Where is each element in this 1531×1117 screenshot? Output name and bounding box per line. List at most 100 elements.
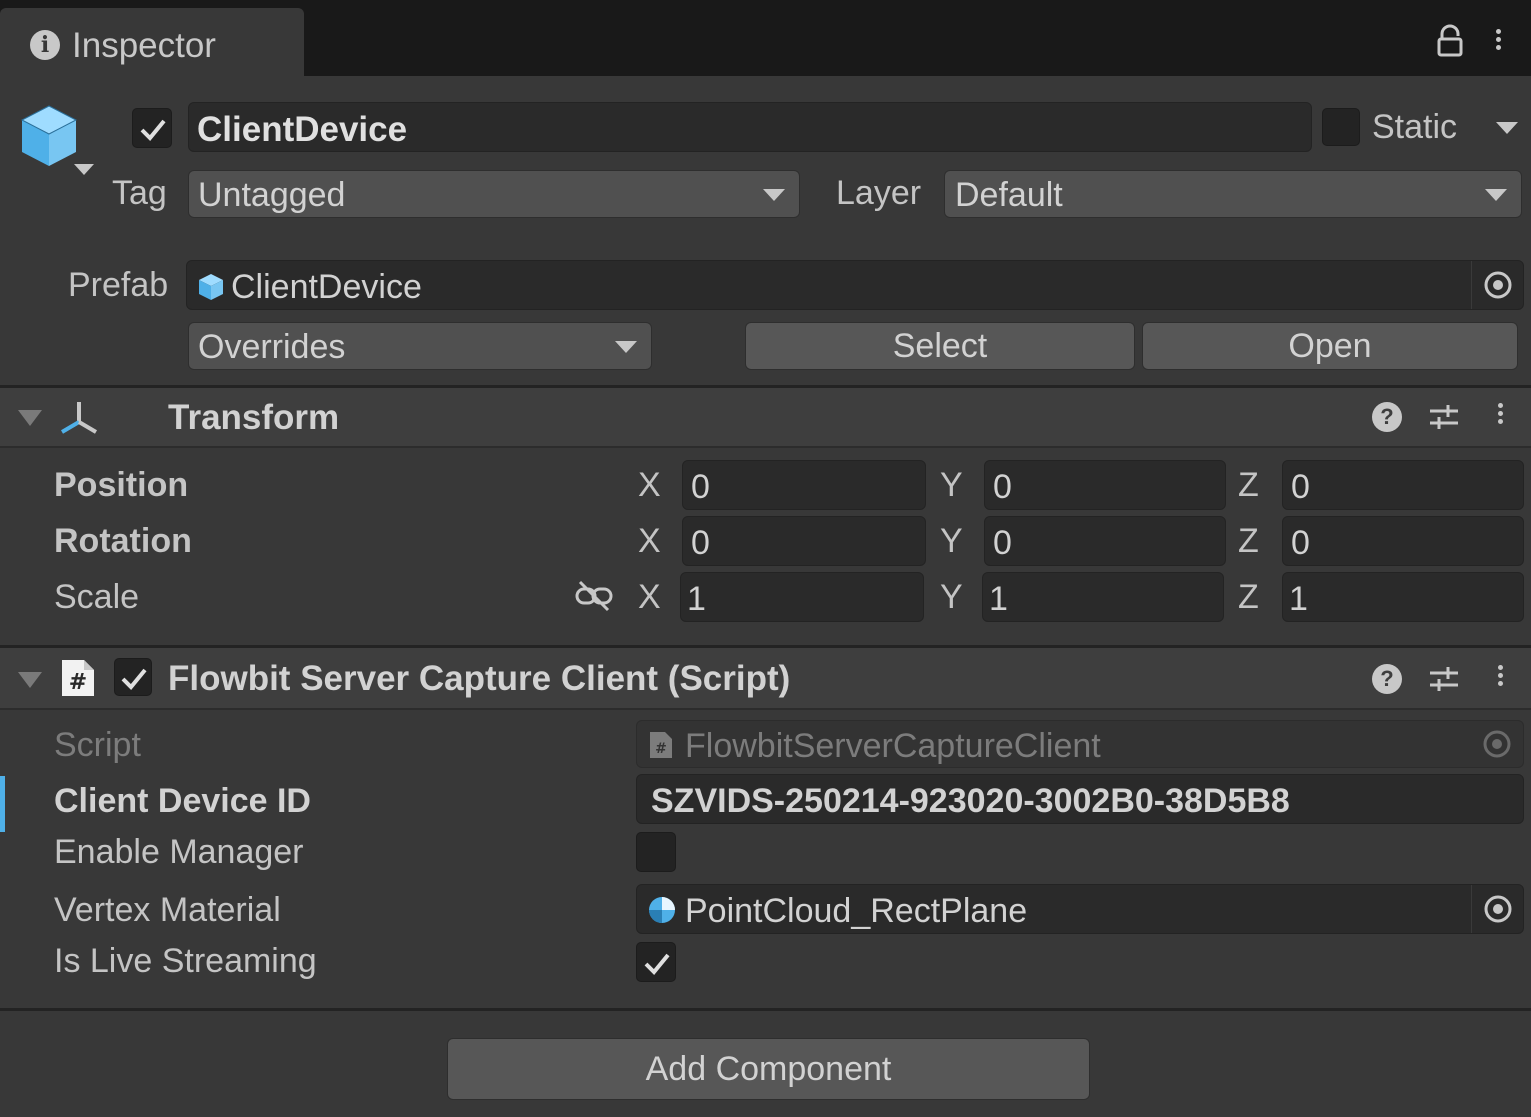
transform-axes-icon xyxy=(58,398,100,438)
layer-label: Layer xyxy=(836,174,922,212)
script-enabled-checkbox[interactable] xyxy=(114,658,152,696)
scale-label: Scale xyxy=(54,578,140,616)
object-picker-icon[interactable] xyxy=(1471,885,1523,933)
script-field: # FlowbitServerCaptureClient xyxy=(636,720,1524,768)
script-value: FlowbitServerCaptureClient xyxy=(685,727,1101,765)
select-button[interactable]: Select xyxy=(745,322,1135,370)
prefab-field[interactable]: ClientDevice xyxy=(186,260,1524,310)
info-icon: i xyxy=(30,30,60,60)
axis-y-label: Y xyxy=(940,466,963,504)
chevron-down-icon xyxy=(615,341,637,353)
device-id-field[interactable]: SZVIDS-250214-923020-3002B0-38D5B8 xyxy=(636,774,1524,824)
position-label: Position xyxy=(54,466,189,504)
script-label: Script xyxy=(54,726,141,764)
position-x-field[interactable]: 0 xyxy=(682,460,926,510)
enable-manager-checkbox[interactable] xyxy=(636,832,676,872)
overrides-label: Overrides xyxy=(198,328,346,366)
axis-x-label: X xyxy=(638,466,661,504)
device-id-label: Client Device ID xyxy=(54,782,311,820)
help-icon[interactable]: ? xyxy=(1372,402,1402,432)
layer-dropdown[interactable]: Default xyxy=(944,170,1522,218)
axis-z-label: Z xyxy=(1238,466,1259,504)
axis-z-label: Z xyxy=(1238,522,1259,560)
script-component-title: Flowbit Server Capture Client (Script) xyxy=(168,659,791,698)
unlinked-scale-icon[interactable] xyxy=(574,580,614,612)
position-z-field[interactable]: 0 xyxy=(1282,460,1524,510)
axis-y-label: Y xyxy=(940,522,963,560)
axis-y-label: Y xyxy=(940,578,963,616)
chevron-down-icon xyxy=(1485,189,1507,201)
tag-dropdown[interactable]: Untagged xyxy=(188,170,800,218)
chevron-down-icon[interactable] xyxy=(74,164,94,175)
foldout-arrow-icon[interactable] xyxy=(18,410,42,426)
svg-text:#: # xyxy=(69,670,87,695)
scale-y-field[interactable]: 1 xyxy=(982,572,1224,622)
transform-header[interactable]: Transform ? xyxy=(0,388,1531,446)
modified-indicator xyxy=(0,776,5,832)
tab-inspector[interactable]: i Inspector xyxy=(0,8,304,78)
position-y-field[interactable]: 0 xyxy=(984,460,1226,510)
prefab-value: ClientDevice xyxy=(231,268,422,306)
rotation-label: Rotation xyxy=(54,522,192,560)
enable-manager-label: Enable Manager xyxy=(54,833,304,871)
rotation-y-field[interactable]: 0 xyxy=(984,516,1226,566)
live-streaming-checkbox[interactable] xyxy=(636,942,676,982)
divider xyxy=(0,446,1531,448)
chevron-down-icon xyxy=(763,189,785,201)
tag-label: Tag xyxy=(112,174,167,212)
scale-z-field[interactable]: 1 xyxy=(1282,572,1524,622)
position-z-value: 0 xyxy=(1291,468,1310,506)
axis-x-label: X xyxy=(638,522,661,560)
tab-title: Inspector xyxy=(72,26,216,65)
static-dropdown-icon[interactable] xyxy=(1496,122,1518,134)
position-y-value: 0 xyxy=(993,468,1012,506)
kebab-menu-icon[interactable] xyxy=(1488,26,1508,60)
prefab-cube-icon xyxy=(197,273,225,301)
component-menu-icon[interactable] xyxy=(1490,662,1510,696)
presets-icon[interactable] xyxy=(1428,402,1460,432)
presets-icon[interactable] xyxy=(1428,664,1460,694)
static-label: Static xyxy=(1372,108,1458,146)
static-checkbox[interactable] xyxy=(1322,108,1360,146)
scale-z-value: 1 xyxy=(1289,580,1308,618)
position-x-value: 0 xyxy=(691,468,710,506)
axis-x-label: X xyxy=(638,578,661,616)
device-id-value: SZVIDS-250214-923020-3002B0-38D5B8 xyxy=(651,782,1290,820)
rotation-y-value: 0 xyxy=(993,524,1012,562)
vertex-material-field[interactable]: PointCloud_RectPlane xyxy=(636,884,1524,934)
object-picker-icon xyxy=(1471,721,1523,767)
scale-x-value: 1 xyxy=(687,580,706,618)
open-button[interactable]: Open xyxy=(1142,322,1518,370)
gameobject-name-field[interactable]: ClientDevice xyxy=(188,102,1312,152)
overrides-dropdown[interactable]: Overrides xyxy=(188,322,652,370)
layer-value: Default xyxy=(955,176,1063,214)
divider xyxy=(0,1008,1531,1011)
gameobject-name: ClientDevice xyxy=(197,110,408,149)
csharp-script-icon: # xyxy=(60,658,96,698)
lock-icon[interactable] xyxy=(1436,24,1464,58)
svg-text:#: # xyxy=(655,741,667,757)
live-streaming-label: Is Live Streaming xyxy=(54,942,317,980)
scale-x-field[interactable]: 1 xyxy=(680,572,924,622)
component-menu-icon[interactable] xyxy=(1490,400,1510,434)
scale-y-value: 1 xyxy=(989,580,1008,618)
vertex-material-label: Vertex Material xyxy=(54,891,281,929)
transform-title: Transform xyxy=(168,398,340,437)
divider xyxy=(0,708,1531,710)
rotation-x-field[interactable]: 0 xyxy=(682,516,926,566)
active-checkbox[interactable] xyxy=(132,108,172,148)
help-icon[interactable]: ? xyxy=(1372,664,1402,694)
rotation-x-value: 0 xyxy=(691,524,710,562)
cube-icon xyxy=(18,104,80,168)
script-component-header[interactable]: # Flowbit Server Capture Client (Script)… xyxy=(0,648,1531,708)
vertex-material-value: PointCloud_RectPlane xyxy=(685,892,1028,930)
object-picker-icon[interactable] xyxy=(1471,261,1523,309)
foldout-arrow-icon[interactable] xyxy=(18,672,42,688)
add-component-button[interactable]: Add Component xyxy=(447,1038,1090,1100)
tag-value: Untagged xyxy=(198,176,346,214)
inspector-window: i Inspector ClientDevice Static Tag Unta… xyxy=(0,0,1531,1117)
script-file-icon: # xyxy=(649,731,673,759)
rotation-z-value: 0 xyxy=(1291,524,1310,562)
rotation-z-field[interactable]: 0 xyxy=(1282,516,1524,566)
material-sphere-icon xyxy=(647,895,677,925)
